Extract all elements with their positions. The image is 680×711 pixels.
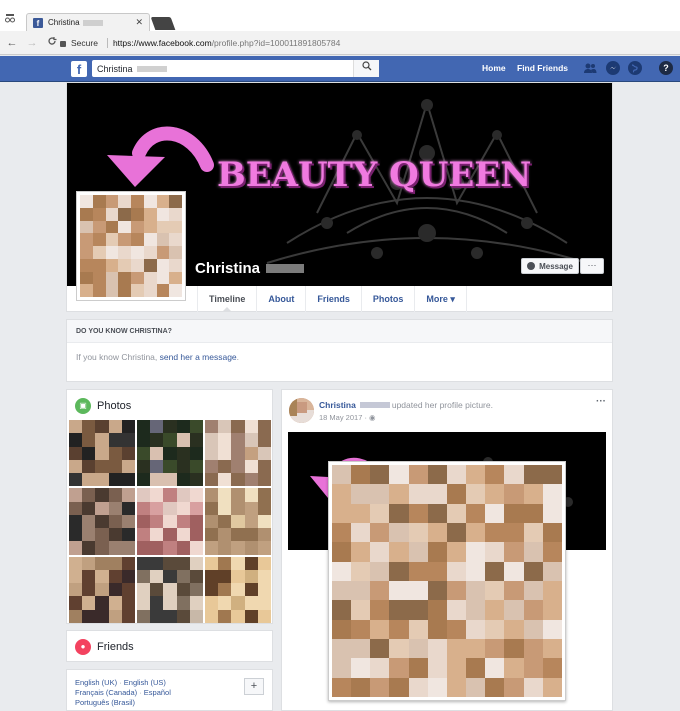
lang-english-us[interactable]: English (US) <box>124 678 166 687</box>
incognito-icon <box>4 12 16 24</box>
message-button-label: Message <box>539 261 573 271</box>
cover-overlay-text: BEAUTY QUEEN <box>217 155 532 195</box>
reload-button[interactable] <box>44 36 60 49</box>
friends-card-header[interactable]: ● Friends <box>67 631 272 661</box>
photo-thumbnail[interactable] <box>137 488 203 555</box>
profile-picture-image <box>80 195 182 297</box>
url-host: https://www.facebook.com <box>112 38 212 48</box>
redacted-text <box>82 19 103 26</box>
profile-name-text: Christina <box>195 260 261 277</box>
pink-arrow-graphic <box>107 126 214 187</box>
back-button[interactable]: ← <box>4 37 20 49</box>
photo-thumbnail[interactable] <box>69 556 135 623</box>
do-you-know-card: DO YOU KNOW CHRISTINA? If you know Chris… <box>66 319 613 382</box>
message-button[interactable]: Message <box>521 258 579 274</box>
add-language-button[interactable]: + <box>244 678 264 695</box>
messenger-icon[interactable] <box>606 61 620 75</box>
redacted-text <box>359 402 390 408</box>
post-profile-picture[interactable] <box>328 461 566 701</box>
know-prefix: If you know Christina, <box>76 352 160 362</box>
secure-label: Secure <box>71 38 98 48</box>
browser-tab[interactable]: f Christina ✕ <box>26 13 150 31</box>
tab-close-icon[interactable]: ✕ <box>135 17 143 28</box>
photos-card: ▣ Photos <box>66 389 273 624</box>
messenger-icon <box>527 262 536 270</box>
photo-thumbnail[interactable] <box>205 420 271 487</box>
divider <box>106 38 108 48</box>
photos-icon: ▣ <box>75 398 91 414</box>
post-date-text: 18 May 2017 · <box>319 413 370 422</box>
tab-title: Christina <box>48 18 80 27</box>
friends-card: ● Friends <box>66 630 273 662</box>
avatar[interactable] <box>289 398 314 423</box>
more-options-button[interactable]: ··· <box>580 258 604 274</box>
profile-tabs: Timeline About Friends Photos More ▾ <box>197 286 467 312</box>
redacted-text <box>266 264 305 273</box>
facebook-favicon-icon: f <box>33 17 43 28</box>
photo-thumbnail[interactable] <box>69 488 135 555</box>
profile-name[interactable]: Christina <box>195 260 305 277</box>
browser-tab-strip: f Christina ✕ <box>0 0 680 31</box>
do-you-know-header: DO YOU KNOW CHRISTINA? <box>67 320 612 343</box>
photos-card-header[interactable]: ▣ Photos <box>67 390 272 420</box>
photos-grid <box>69 420 271 623</box>
friends-icon: ● <box>75 639 91 655</box>
search-icon[interactable] <box>353 60 379 77</box>
nav-find-friends-link[interactable]: Find Friends <box>517 63 568 73</box>
forward-button[interactable]: → <box>24 37 40 49</box>
photo-thumbnail[interactable] <box>137 556 203 623</box>
post-date[interactable]: 18 May 2017 · ◉ <box>319 413 376 422</box>
url-field[interactable]: Secure https://www.facebook.com /profile… <box>60 35 674 51</box>
lock-icon <box>60 41 66 47</box>
globe-icon[interactable] <box>628 61 642 75</box>
lang-english-uk[interactable]: English (UK) <box>75 678 117 687</box>
languages-card: English (UK) · English (US) Français (Ca… <box>66 669 273 711</box>
post-author-link[interactable]: Christina <box>319 400 356 410</box>
photo-thumbnail[interactable] <box>69 420 135 487</box>
redacted-text <box>136 65 167 72</box>
profile-cover-section: BEAUTY QUEEN Christina Message ··· Timel… <box>66 82 613 312</box>
lang-espanol[interactable]: Español <box>144 688 171 697</box>
photo-thumbnail[interactable] <box>205 556 271 623</box>
post-action: updated her profile picture. <box>391 400 493 410</box>
lang-francais[interactable]: Français (Canada) <box>75 688 137 697</box>
facebook-header: f Christina Home Find Friends ? <box>0 56 680 82</box>
tab-about[interactable]: About <box>257 286 307 312</box>
globe-icon: ◉ <box>369 413 376 422</box>
tab-timeline[interactable]: Timeline <box>197 286 258 312</box>
photos-card-title: Photos <box>97 400 132 412</box>
photo-thumbnail[interactable] <box>137 420 203 487</box>
friends-icon[interactable] <box>583 61 597 75</box>
know-suffix: . <box>236 352 240 362</box>
facebook-logo-icon[interactable]: f <box>71 61 87 77</box>
send-message-link[interactable]: send her a message <box>160 352 237 362</box>
do-you-know-text: If you know Christina, send her a messag… <box>67 343 612 371</box>
profile-picture[interactable] <box>76 191 186 301</box>
lang-portugues[interactable]: Português (Brasil) <box>75 698 135 707</box>
help-icon[interactable]: ? <box>659 61 673 75</box>
tab-friends[interactable]: Friends <box>306 286 362 312</box>
post-header-line: Christina updated her profile picture. <box>319 400 493 410</box>
address-bar-row: ← → Secure https://www.facebook.com /pro… <box>0 31 680 55</box>
post-profile-image <box>332 465 562 697</box>
url-path: /profile.php?id=100011891805784 <box>211 38 341 48</box>
post-menu-icon[interactable]: ··· <box>596 396 606 407</box>
timeline-post: Christina updated her profile picture. 1… <box>281 389 613 711</box>
new-tab-button[interactable] <box>150 17 176 30</box>
search-value: Christina <box>97 63 133 74</box>
friends-card-title: Friends <box>97 641 134 653</box>
photo-thumbnail[interactable] <box>205 488 271 555</box>
tab-more[interactable]: More ▾ <box>415 286 467 312</box>
search-input[interactable]: Christina <box>92 60 379 77</box>
nav-home-link[interactable]: Home <box>482 63 506 73</box>
tab-photos[interactable]: Photos <box>362 286 416 312</box>
